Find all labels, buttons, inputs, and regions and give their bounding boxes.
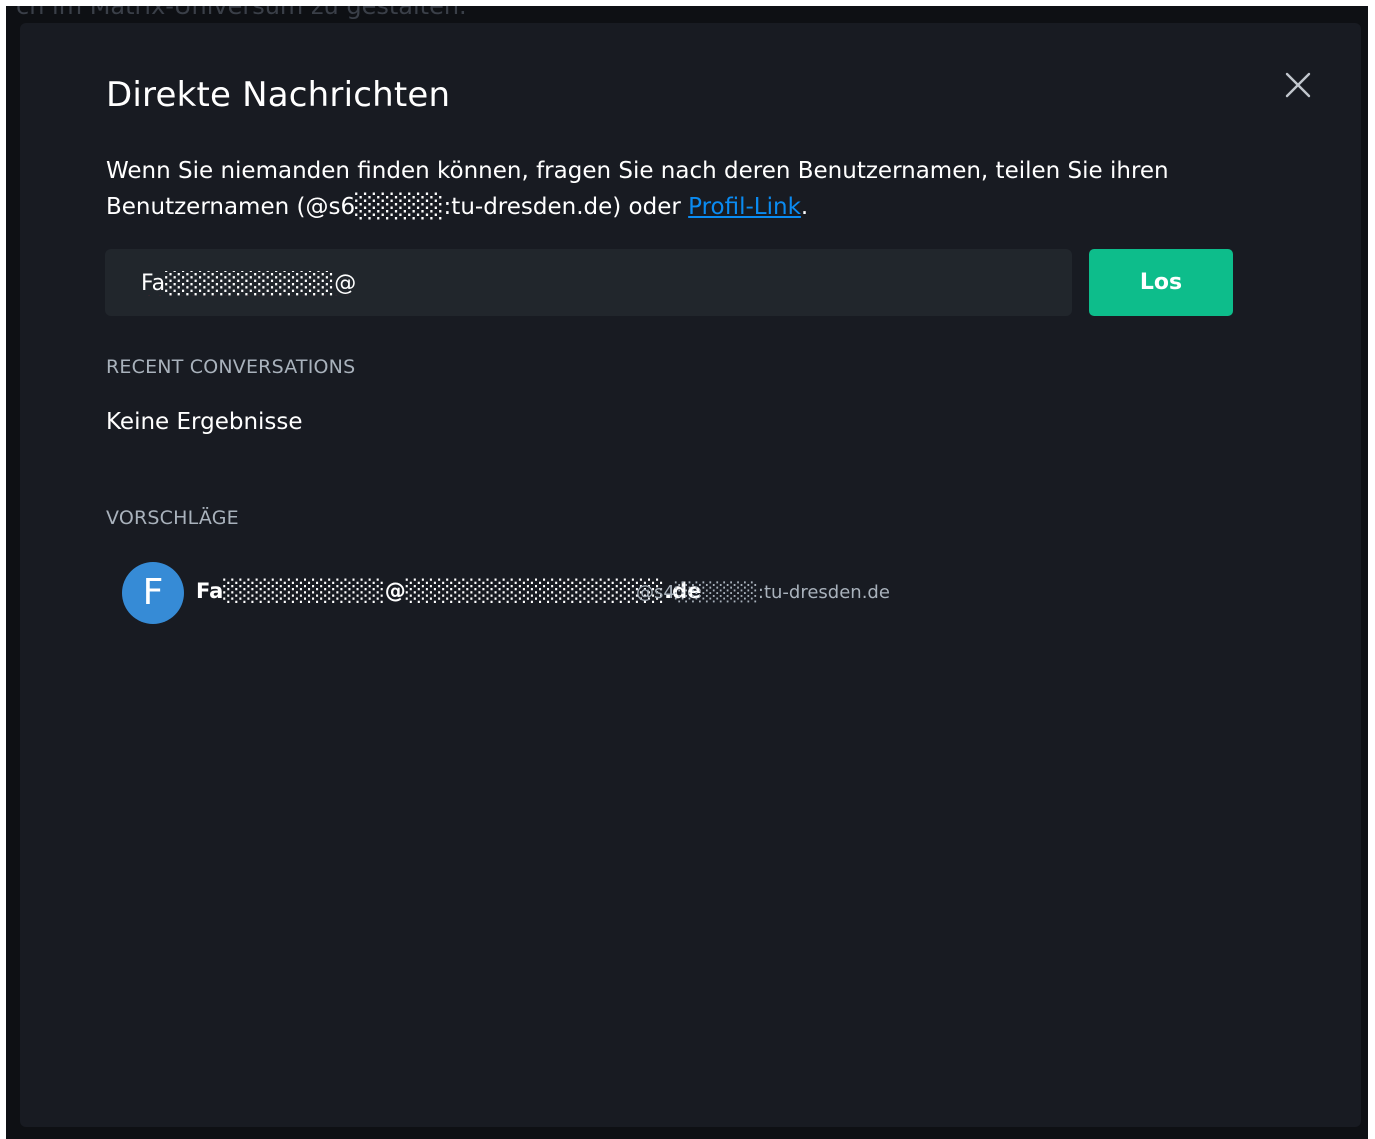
description-suffix: . (800, 194, 809, 220)
description-masked-username: ░░░░░ (355, 194, 444, 220)
profile-link[interactable]: Profil-Link (688, 194, 801, 220)
app-backdrop: ch im Matrix-Universum zu gestalten. Dir… (6, 6, 1368, 1139)
user-search-input[interactable] (139, 263, 1043, 303)
go-button[interactable]: Los (1089, 249, 1233, 316)
direct-messages-dialog: Direkte Nachrichten Wenn Sie niemanden f… (20, 23, 1361, 1127)
suggestion-item[interactable]: F Fa░░░░░░░░░░@░░░░░░░░░░░░░░░░.de @s4░░… (120, 561, 1020, 625)
suggestion-display-name: Fa░░░░░░░░░░@░░░░░░░░░░░░░░░░.de (196, 579, 702, 603)
recent-conversations-heading: RECENT CONVERSATIONS (106, 356, 356, 378)
description-middle: :tu-dresden.de) oder (443, 194, 689, 220)
dialog-description: Wenn Sie niemanden finden können, fragen… (106, 153, 1226, 225)
suggestion-user-id: @s4░░░░░░:tu-dresden.de (636, 582, 890, 603)
dialog-title: Direkte Nachrichten (106, 75, 451, 115)
close-button[interactable] (1282, 69, 1314, 101)
search-field-container (105, 249, 1072, 316)
no-results-text: Keine Ergebnisse (106, 409, 303, 435)
close-icon (1285, 72, 1311, 98)
suggestions-heading: VORSCHLÄGE (106, 507, 239, 529)
background-text: ch im Matrix-Universum zu gestalten. (16, 6, 467, 20)
avatar: F (122, 562, 184, 624)
